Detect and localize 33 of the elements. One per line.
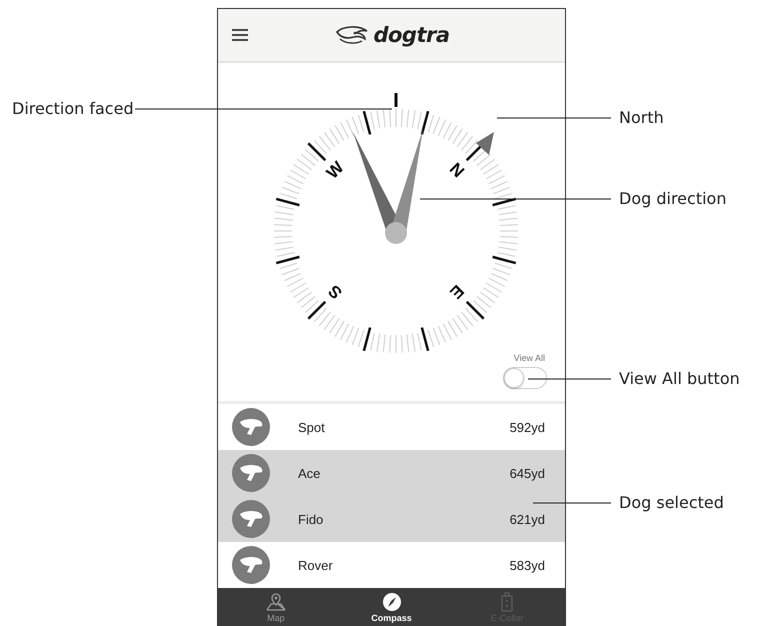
north-pointer-icon [476, 132, 494, 155]
dog-name: Spot [298, 420, 325, 434]
annotation-label: Direction faced [12, 100, 134, 118]
tab-button[interactable]: Compass [334, 588, 450, 626]
dog-avatar-icon [232, 546, 270, 584]
dog-avatar-icon [232, 408, 270, 446]
compass-icon [380, 592, 402, 612]
tab-button[interactable]: Map [218, 588, 334, 626]
annotation-label: View All button [619, 370, 740, 388]
eagle-head-logo-icon [333, 24, 370, 46]
annotation-label: Dog direction [619, 190, 726, 208]
view-all-label: View All [514, 353, 545, 363]
dog-list-item[interactable]: Fido 621yd [218, 496, 565, 542]
dog-distance: 621yd [510, 512, 545, 526]
dog-name: Ace [298, 466, 320, 480]
view-all-toggle[interactable] [503, 367, 547, 389]
dog-avatar-icon [232, 500, 270, 538]
annotation-label: North [619, 109, 664, 127]
dog-avatar-icon [232, 454, 270, 492]
cardinal-letter: W [322, 158, 348, 183]
map-pin-icon [264, 592, 287, 612]
dog-list-item[interactable]: Ace 645yd [218, 450, 565, 496]
cardinal-letter: N [446, 159, 468, 182]
dog-distance: 592yd [510, 420, 545, 434]
dog-distance: 583yd [510, 558, 545, 572]
logo-text: dogtra [373, 23, 450, 47]
annotation-label: Dog selected [619, 494, 724, 512]
dog-distance: 645yd [510, 466, 545, 480]
dog-name: Fido [298, 512, 324, 526]
dog-name: Rover [298, 558, 333, 572]
cardinal-letter: S [324, 281, 346, 303]
menu-icon[interactable] [232, 29, 248, 41]
cardinal-letter: E [446, 281, 468, 303]
